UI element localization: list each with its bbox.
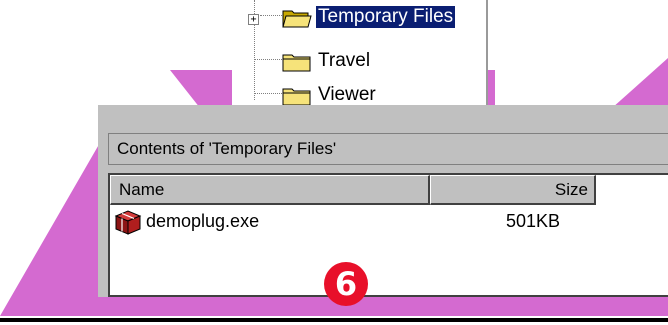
column-header-name[interactable]: Name: [110, 175, 430, 205]
folder-icon: [282, 88, 311, 106]
package-icon: [114, 210, 142, 235]
file-row[interactable]: demoplug.exe 501KB: [110, 209, 666, 235]
tree-item-travel[interactable]: Travel: [232, 48, 482, 74]
column-header-label: Name: [119, 180, 165, 199]
contents-panel: Contents of 'Temporary Files' Name Size …: [98, 105, 668, 297]
tree-item-label: Viewer: [318, 84, 376, 105]
tree-item-temporary-files[interactable]: + Temporary Files: [232, 4, 482, 30]
folder-tree: + Temporary Files Travel Viewer: [232, 0, 488, 113]
step-number-badge: 6: [324, 262, 368, 306]
file-size: 501KB: [506, 211, 561, 231]
column-header-size[interactable]: Size: [430, 175, 596, 205]
contents-title-bar: Contents of 'Temporary Files': [108, 133, 668, 165]
contents-title: Contents of 'Temporary Files': [117, 139, 337, 158]
folder-open-icon: [282, 10, 312, 28]
folder-icon: [282, 54, 311, 72]
file-list[interactable]: Name Size demoplug.exe 501KB: [108, 173, 668, 297]
tutorial-stage: + Temporary Files Travel Viewer Contents…: [0, 0, 668, 325]
column-header-label: Size: [554, 180, 588, 199]
tree-item-label: Travel: [318, 50, 371, 71]
expand-plus-icon[interactable]: +: [248, 14, 259, 25]
tree-item-label: Temporary Files: [316, 6, 456, 28]
bottom-divider: [0, 318, 668, 322]
file-name: demoplug.exe: [146, 211, 260, 231]
